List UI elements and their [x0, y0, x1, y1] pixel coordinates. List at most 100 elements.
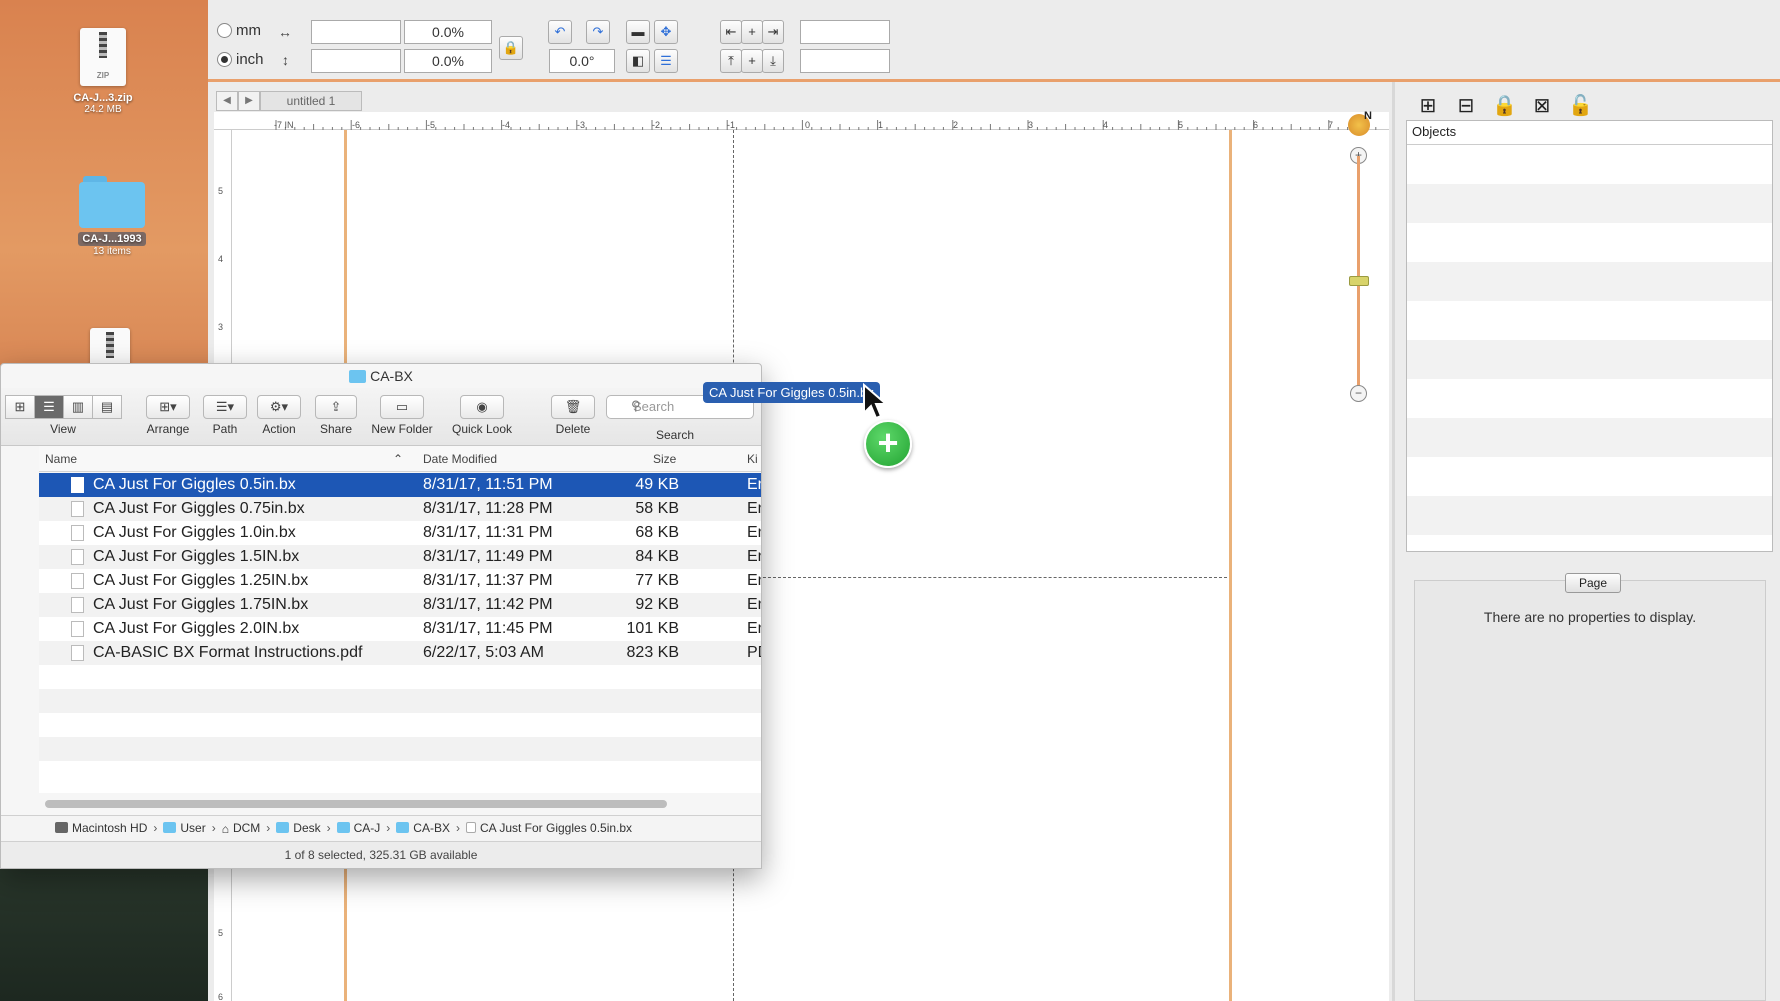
list-align-icon[interactable]: ☰ [654, 49, 678, 73]
file-row[interactable]: CA Just For Giggles 1.5IN.bx 8/31/17, 11… [39, 545, 761, 569]
arrange-control[interactable]: ⊞▾ Arrange [143, 395, 193, 436]
flip-vertical-icon[interactable]: ▬ [626, 20, 650, 44]
align-offset-field-2[interactable] [800, 49, 890, 73]
rotate-left-icon[interactable]: ↶ [548, 20, 572, 44]
align-offset-field-1[interactable] [800, 20, 890, 44]
new-folder-button[interactable]: ▭ New Folder [367, 395, 437, 436]
trash-icon[interactable]: 🗑 [551, 395, 595, 419]
fit-icon[interactable]: ✥ [654, 20, 678, 44]
icon-view-icon[interactable]: ⊞ [5, 395, 35, 419]
file-row[interactable]: CA Just For Giggles 2.0IN.bx 8/31/17, 11… [39, 617, 761, 641]
column-name[interactable]: Name [45, 446, 77, 472]
align-center-h-icon[interactable]: + [741, 20, 763, 44]
empty-row [39, 713, 761, 737]
align-top-icon[interactable]: ⤒ [720, 49, 742, 73]
file-row[interactable]: CA-BASIC BX Format Instructions.pdf 6/22… [39, 641, 761, 665]
eye-icon[interactable]: ◉ [460, 395, 504, 419]
ruler-label: 2 [953, 120, 959, 130]
file-row[interactable]: CA Just For Giggles 1.0in.bx 8/31/17, 11… [39, 521, 761, 545]
path-item[interactable]: Macintosh HD [72, 821, 147, 835]
folder-icon [396, 822, 410, 833]
path-item[interactable]: CA Just For Giggles 0.5in.bx [480, 821, 632, 835]
folder-icon [79, 170, 145, 228]
height-percent-field[interactable]: 0.0% [404, 49, 492, 73]
rotate-right-icon[interactable]: ↷ [586, 20, 610, 44]
delete-object-icon[interactable]: ⊠ [1530, 94, 1554, 118]
radio-circle-icon [217, 23, 232, 38]
file-row[interactable]: CA Just For Giggles 1.25IN.bx 8/31/17, 1… [39, 569, 761, 593]
file-row[interactable]: CA Just For Giggles 0.75in.bx 8/31/17, 1… [39, 497, 761, 521]
unit-mm-radio[interactable]: mm [217, 22, 261, 39]
page-button[interactable]: Page [1565, 573, 1621, 593]
sort-ascending-icon[interactable]: ⌃ [393, 446, 403, 472]
panel-divider[interactable] [1392, 82, 1395, 1001]
unit-inch-radio[interactable]: inch [217, 51, 264, 68]
action-control[interactable]: ⚙▾ Action [255, 395, 303, 436]
new-folder-icon[interactable]: ▭ [380, 395, 424, 419]
document-tab-bar: ◀ ▶ untitled 1 [216, 90, 362, 112]
search-icon: ⚲ [631, 398, 641, 413]
file-row[interactable]: CA Just For Giggles 0.5in.bx 8/31/17, 11… [39, 473, 761, 497]
unlock-icon[interactable]: 🔓 [1568, 94, 1593, 118]
tab-prev-icon[interactable]: ◀ [216, 91, 238, 111]
group-icon[interactable]: ⊞ [1416, 94, 1440, 118]
zoom-track[interactable] [1357, 156, 1360, 388]
arrange-icon[interactable]: ⊞▾ [146, 395, 190, 419]
empty-row [39, 737, 761, 761]
ruler-label: 3 [218, 322, 224, 332]
path-item[interactable]: DCM [233, 821, 260, 835]
column-date-modified[interactable]: Date Modified [423, 446, 497, 472]
lock-aspect-icon[interactable]: 🔒 [499, 36, 523, 60]
align-right-icon[interactable]: ⇥ [762, 20, 784, 44]
ruler-label: -5 [427, 120, 436, 130]
lock-icon[interactable]: 🔒 [1492, 94, 1517, 118]
column-kind[interactable]: Ki [747, 446, 758, 472]
share-button[interactable]: ⇪ Share [313, 395, 359, 436]
flip-horizontal-icon[interactable]: ◧ [626, 49, 650, 73]
compass-north-label: N [1364, 110, 1372, 122]
tab-next-icon[interactable]: ▶ [238, 91, 260, 111]
path-icon[interactable]: ☰▾ [203, 395, 247, 419]
properties-panel: Page There are no properties to display. [1414, 573, 1766, 1001]
path-control[interactable]: ☰▾ Path [201, 395, 249, 436]
mouse-pointer-icon [863, 383, 888, 420]
document-icon [71, 573, 84, 589]
document-icon [71, 549, 84, 565]
objects-list[interactable]: Objects [1406, 120, 1773, 552]
delete-button[interactable]: 🗑 Delete [549, 395, 597, 436]
path-item[interactable]: CA-J [354, 821, 381, 835]
column-size[interactable]: Size [653, 446, 676, 472]
horizontal-scrollbar[interactable] [45, 800, 667, 808]
align-bottom-icon[interactable]: ⤓ [762, 49, 784, 73]
align-center-v-icon[interactable]: + [741, 49, 763, 73]
file-row[interactable]: CA Just For Giggles 1.75IN.bx 8/31/17, 1… [39, 593, 761, 617]
home-icon: ⌂ [221, 822, 229, 836]
gear-icon[interactable]: ⚙▾ [257, 395, 301, 419]
desktop-folder[interactable]: CA-J...1993 13 items [62, 170, 162, 257]
empty-row [39, 665, 761, 689]
height-icon: ↕ [282, 52, 289, 68]
ungroup-icon[interactable]: ⊟ [1454, 94, 1478, 118]
share-icon[interactable]: ⇪ [315, 395, 357, 419]
ruler-label: 5 [218, 928, 224, 938]
height-field[interactable] [311, 49, 401, 73]
ruler-label: 3 [1028, 120, 1034, 130]
gallery-view-icon[interactable]: ▤ [92, 395, 122, 419]
tab-untitled[interactable]: untitled 1 [260, 91, 362, 111]
column-view-icon[interactable]: ▥ [63, 395, 93, 419]
list-view-icon[interactable]: ☰ [34, 395, 64, 419]
ruler-label: 0 [805, 120, 811, 130]
document-icon [71, 477, 84, 493]
quick-look-button[interactable]: ◉ Quick Look [447, 395, 517, 436]
align-left-icon[interactable]: ⇤ [720, 20, 742, 44]
path-item[interactable]: User [180, 821, 205, 835]
view-control: ⊞ ☰ ▥ ▤ View [5, 395, 122, 436]
zoom-out-icon[interactable]: − [1350, 385, 1367, 402]
width-percent-field[interactable]: 0.0% [404, 20, 492, 44]
path-item[interactable]: Desk [293, 821, 320, 835]
rotation-field[interactable]: 0.0° [549, 49, 615, 73]
desktop-zip-file[interactable]: ZIP CA-J...3.zip 24.2 MB [58, 28, 148, 115]
path-item[interactable]: CA-BX [413, 821, 450, 835]
width-field[interactable] [311, 20, 401, 44]
zoom-slider-knob[interactable] [1349, 276, 1369, 286]
